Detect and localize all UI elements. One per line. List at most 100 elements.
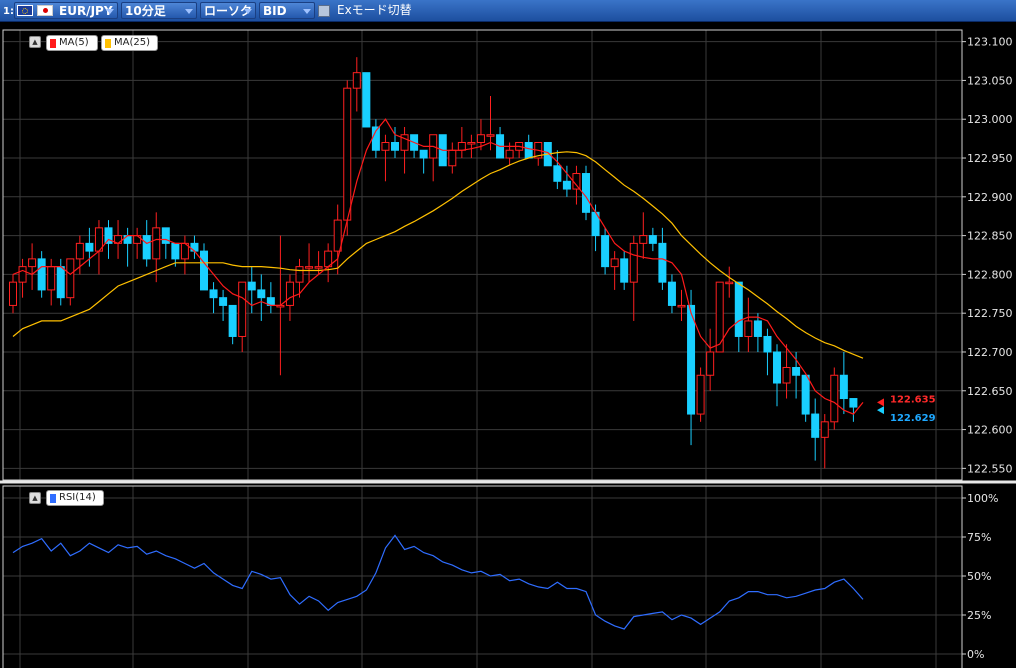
price-tick-label: 123.100 bbox=[967, 36, 1013, 49]
candle-body bbox=[419, 149, 428, 159]
candle-body bbox=[123, 235, 132, 244]
currency-pair-label: EUR/JPY bbox=[59, 4, 113, 18]
candle-body bbox=[753, 320, 762, 337]
candle-body bbox=[37, 258, 46, 291]
legend-ma5[interactable]: MA(5) bbox=[46, 35, 98, 51]
rsi-tick-label: 0% bbox=[967, 648, 984, 661]
candle-body bbox=[687, 304, 696, 415]
candle-body bbox=[142, 235, 151, 260]
candle-body bbox=[476, 134, 485, 143]
chart-toolbar: 1: EUR/JPY 10分足 ローソク BID Exモード切替 bbox=[0, 0, 1016, 22]
candle-body bbox=[457, 142, 466, 151]
last-price-marker bbox=[877, 406, 884, 415]
last-price-markers: 122.635 122.629 bbox=[877, 394, 936, 424]
candle-body bbox=[228, 304, 237, 337]
candle-body bbox=[448, 149, 457, 167]
candle-body bbox=[486, 134, 495, 137]
candle-body bbox=[9, 281, 17, 306]
candle-body bbox=[696, 374, 705, 415]
rsi-tick-label: 50% bbox=[967, 570, 991, 583]
candle-body bbox=[801, 374, 810, 415]
candle-body bbox=[524, 142, 533, 159]
price-tick-label: 123.050 bbox=[967, 74, 1013, 87]
candle-body bbox=[734, 281, 743, 337]
rsi-panel-collapse-button[interactable]: ▲ bbox=[29, 492, 41, 504]
price-tick-label: 122.700 bbox=[967, 346, 1013, 359]
ex-mode-checkbox[interactable] bbox=[318, 5, 330, 17]
candle-body bbox=[352, 72, 361, 89]
candle-body bbox=[792, 367, 801, 376]
price-tick-label: 122.950 bbox=[967, 152, 1013, 165]
candle-body bbox=[47, 266, 56, 291]
chart-slot-number: 1: bbox=[3, 6, 14, 17]
candle-body bbox=[56, 266, 65, 299]
eu-flag-icon bbox=[17, 5, 33, 16]
ma5-last-marker bbox=[877, 398, 884, 407]
price-type-selector[interactable]: BID bbox=[259, 2, 315, 19]
candle-body bbox=[190, 242, 199, 252]
price-tick-label: 122.850 bbox=[967, 230, 1013, 243]
price-tick-label: 122.900 bbox=[967, 191, 1013, 204]
candle-body bbox=[343, 87, 352, 221]
price-tick-label: 122.600 bbox=[967, 424, 1013, 437]
chevron-down-icon bbox=[185, 9, 193, 14]
chart-area[interactable]: 123.100 123.050 123.000 122.950 122.900 122.8… bbox=[0, 23, 1016, 668]
candle-body bbox=[505, 149, 514, 159]
candle-body bbox=[782, 367, 791, 384]
chevron-down-icon bbox=[244, 9, 252, 14]
panel-frames bbox=[0, 29, 1016, 668]
indicator-lines bbox=[12, 118, 864, 630]
candle-body bbox=[715, 281, 724, 353]
rsi-color-swatch bbox=[50, 494, 56, 503]
candle-body bbox=[18, 266, 27, 283]
candle-body bbox=[219, 297, 228, 306]
price-tick-label: 122.800 bbox=[967, 268, 1013, 281]
candle-body bbox=[247, 281, 256, 291]
ma5-line bbox=[12, 118, 864, 415]
rsi-tick-label: 25% bbox=[967, 609, 991, 622]
candle-body bbox=[333, 219, 342, 252]
japan-flag-icon bbox=[37, 5, 53, 16]
rsi-tick-label: 75% bbox=[967, 531, 991, 544]
candle-body bbox=[314, 266, 323, 269]
candle-body bbox=[381, 142, 390, 151]
timeframe-selector[interactable]: 10分足 bbox=[121, 2, 197, 19]
ma25-color-swatch bbox=[105, 39, 111, 48]
price-tick-label: 122.550 bbox=[967, 462, 1013, 475]
candle-body bbox=[152, 227, 161, 260]
candle-body bbox=[706, 351, 715, 376]
candle-body bbox=[629, 242, 638, 283]
price-tick-label: 123.000 bbox=[967, 113, 1013, 126]
legend-ma25[interactable]: MA(25) bbox=[101, 35, 158, 51]
candle-body bbox=[677, 304, 686, 308]
candle-body bbox=[257, 289, 266, 299]
chart-type-selector[interactable]: ローソク bbox=[200, 2, 256, 19]
ma5-last-value: 122.635 bbox=[890, 394, 936, 405]
candle-body bbox=[849, 398, 858, 408]
candle-body bbox=[639, 235, 648, 244]
price-tick-label: 122.650 bbox=[967, 385, 1013, 398]
chevron-down-icon bbox=[106, 9, 114, 14]
ex-mode-label[interactable]: Exモード切替 bbox=[337, 2, 412, 19]
candle-body bbox=[133, 235, 142, 244]
candle-body bbox=[601, 235, 610, 268]
candle-body bbox=[648, 235, 657, 244]
candle-body bbox=[811, 413, 820, 438]
legend-rsi[interactable]: RSI(14) bbox=[46, 490, 104, 506]
ma5-color-swatch bbox=[50, 39, 56, 48]
candle-body bbox=[285, 281, 294, 306]
candle-body bbox=[667, 281, 676, 306]
candle-body bbox=[467, 142, 476, 145]
price-type-label: BID bbox=[263, 4, 287, 18]
candle-body bbox=[209, 289, 218, 299]
candle-body bbox=[85, 242, 94, 252]
candle-body bbox=[305, 266, 314, 269]
candle-body bbox=[830, 374, 839, 423]
legend-rsi-label: RSI(14) bbox=[59, 492, 96, 503]
candle-body bbox=[28, 258, 37, 268]
currency-pair-selector[interactable]: EUR/JPY bbox=[14, 2, 118, 19]
legend-ma25-label: MA(25) bbox=[114, 37, 150, 48]
candle-body bbox=[295, 266, 304, 283]
main-panel-collapse-button[interactable]: ▲ bbox=[29, 36, 41, 48]
legend-ma5-label: MA(5) bbox=[59, 37, 89, 48]
